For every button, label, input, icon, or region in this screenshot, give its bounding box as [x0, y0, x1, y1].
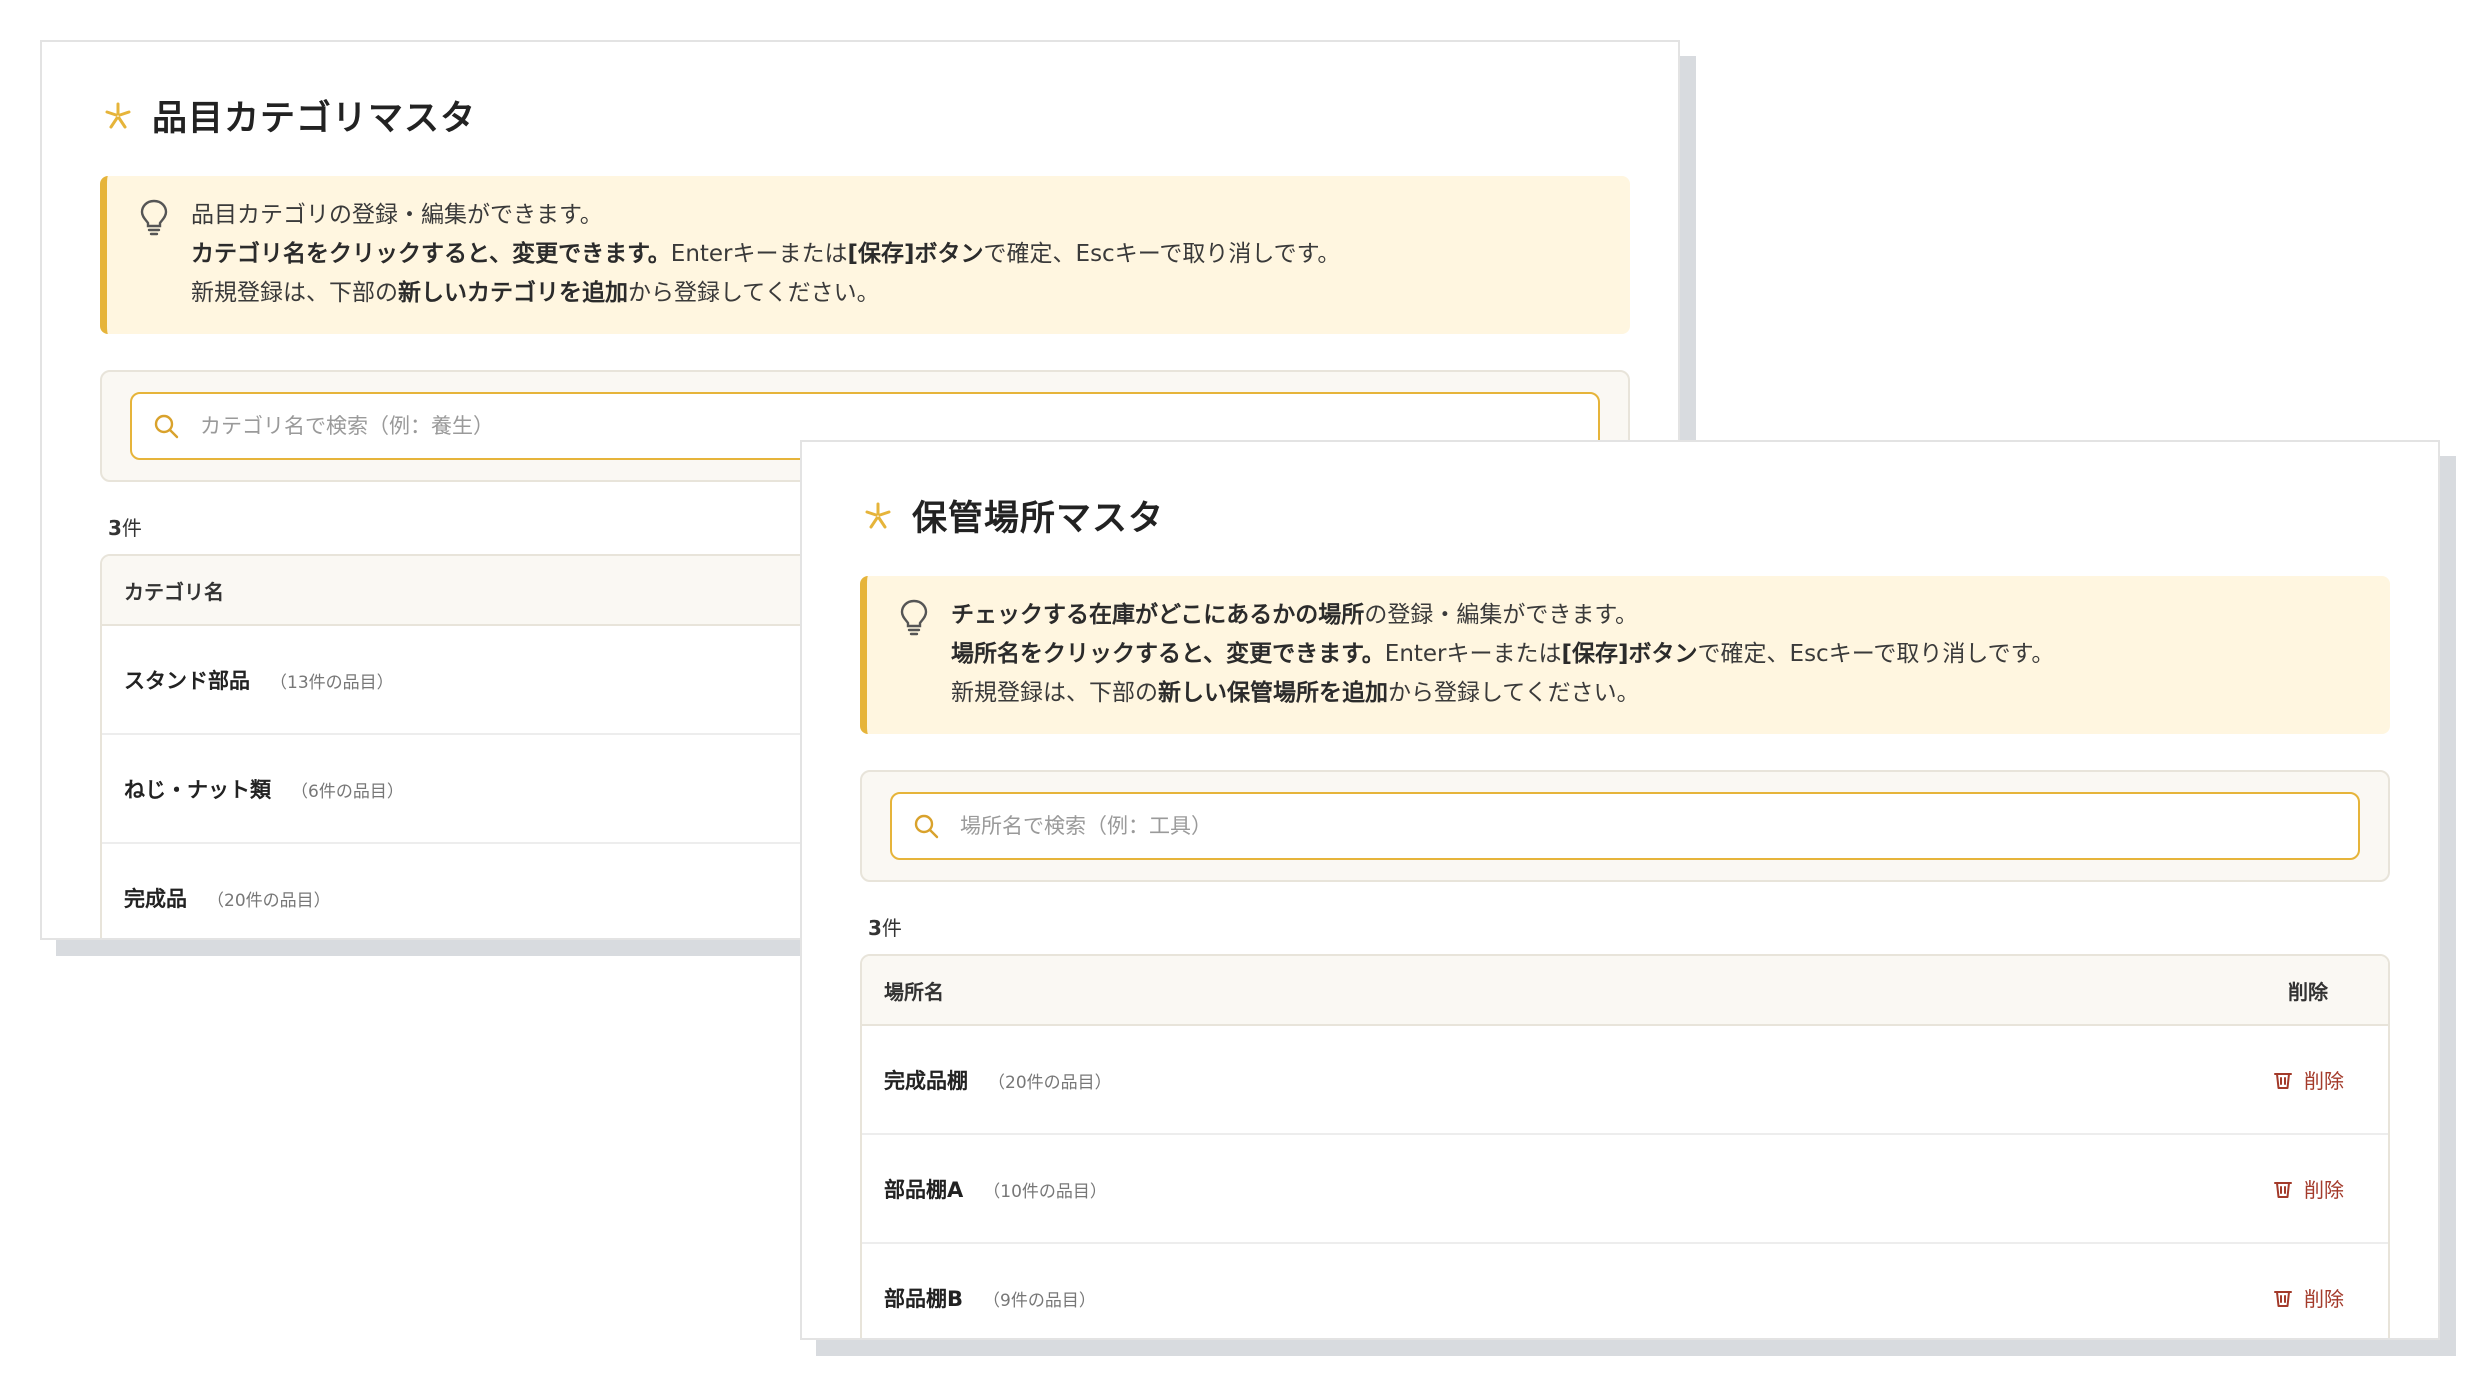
- item-count: （13件の品目）: [270, 672, 394, 693]
- category-info-line-2: カテゴリ名をクリックすると、変更できます。Enterキーまたは[保存]ボタンで確…: [191, 235, 1600, 274]
- count-unit: 件: [881, 916, 902, 940]
- count-unit: 件: [121, 516, 142, 540]
- location-name[interactable]: 完成品棚: [884, 1069, 968, 1093]
- location-info-box: チェックする在庫がどこにあるかの場所の登録・編集ができます。 場所名をクリックす…: [860, 576, 2390, 734]
- flower-icon: [105, 102, 131, 128]
- column-header-name: 場所名: [884, 979, 944, 1004]
- location-search-area: [860, 770, 2390, 882]
- info-text: から登録してください。: [1388, 680, 1640, 706]
- info-bold: カテゴリ名をクリックすると、変更できます。: [191, 241, 671, 267]
- column-header-name: カテゴリ名: [124, 579, 224, 604]
- search-icon: [154, 414, 179, 439]
- item-count: （20件の品目）: [988, 1072, 1112, 1093]
- info-text: Enterキーまたは: [670, 241, 848, 267]
- item-count: （10件の品目）: [983, 1181, 1107, 1202]
- category-search-input[interactable]: [198, 413, 1582, 439]
- lightbulb-icon: [900, 599, 928, 636]
- info-bold: チェックする在庫がどこにあるかの場所: [951, 602, 1365, 628]
- table-row: 部品棚A （10件の品目） 削除: [862, 1135, 2388, 1244]
- column-header-delete: 削除: [2288, 979, 2328, 1004]
- location-name[interactable]: 部品棚B: [884, 1287, 963, 1311]
- delete-label: 削除: [2304, 1069, 2344, 1093]
- location-name[interactable]: 部品棚A: [884, 1178, 963, 1202]
- location-search-input[interactable]: [958, 813, 2342, 839]
- location-page-title: 保管場所マスタ: [862, 490, 1164, 541]
- info-text: で確定、Escキーで取り消しです。: [1697, 641, 2055, 667]
- flower-icon: [865, 502, 891, 528]
- trash-icon: [2274, 1072, 2292, 1089]
- info-text: から登録してください。: [628, 280, 880, 306]
- trash-icon: [2274, 1290, 2292, 1307]
- location-table: 場所名 削除 完成品棚 （20件の品目） 削除 部品棚A （10件の品目） 削除…: [860, 954, 2390, 1338]
- location-info-line-3: 新規登録は、下部の新しい保管場所を追加から登録してください。: [951, 674, 2360, 713]
- info-text: 品目カテゴリの登録・編集ができます。: [191, 202, 603, 228]
- delete-label: 削除: [2304, 1178, 2344, 1202]
- table-row: 完成品棚 （20件の品目） 削除: [862, 1026, 2388, 1135]
- location-search-box[interactable]: [890, 792, 2360, 860]
- count-value: 3: [108, 516, 122, 540]
- delete-button[interactable]: 削除: [2272, 1065, 2344, 1094]
- info-text: の登録・編集ができます。: [1364, 602, 1639, 628]
- table-row: 部品棚B （9件の品目） 削除: [862, 1244, 2388, 1338]
- category-info-line-3: 新規登録は、下部の新しいカテゴリを追加から登録してください。: [191, 274, 1600, 313]
- category-page-title: 品目カテゴリマスタ: [102, 90, 476, 141]
- item-count: （20件の品目）: [207, 890, 331, 911]
- info-text: Enterキーまたは: [1384, 641, 1562, 667]
- trash-icon: [2274, 1181, 2292, 1198]
- info-bold: 場所名をクリックすると、変更できます。: [951, 641, 1385, 667]
- item-count: （9件の品目）: [983, 1290, 1096, 1311]
- info-bold: 新しい保管場所を追加: [1158, 680, 1388, 706]
- location-info-line-2: 場所名をクリックすると、変更できます。Enterキーまたは[保存]ボタンで確定、…: [951, 635, 2360, 674]
- info-text: 新規登録は、下部の: [191, 280, 398, 306]
- location-result-count: 3件: [868, 912, 902, 941]
- item-count: （6件の品目）: [291, 781, 404, 802]
- info-bold: [保存]ボタン: [1561, 641, 1698, 667]
- location-master-panel: 保管場所マスタ チェックする在庫がどこにあるかの場所の登録・編集ができます。 場…: [800, 440, 2440, 1340]
- category-title-text: 品目カテゴリマスタ: [152, 99, 477, 139]
- category-name[interactable]: ねじ・ナット類: [124, 778, 271, 802]
- category-name[interactable]: スタンド部品: [124, 669, 250, 693]
- location-title-text: 保管場所マスタ: [912, 499, 1165, 539]
- delete-button[interactable]: 削除: [2272, 1283, 2344, 1312]
- delete-button[interactable]: 削除: [2272, 1174, 2344, 1203]
- search-icon: [914, 814, 939, 839]
- location-table-header: 場所名 削除: [862, 956, 2388, 1026]
- info-bold: [保存]ボタン: [847, 241, 984, 267]
- category-info-box: 品目カテゴリの登録・編集ができます。 カテゴリ名をクリックすると、変更できます。…: [100, 176, 1630, 334]
- lightbulb-icon: [140, 199, 168, 236]
- category-name[interactable]: 完成品: [124, 887, 187, 911]
- category-result-count: 3件: [108, 512, 142, 541]
- info-text: で確定、Escキーで取り消しです。: [983, 241, 1341, 267]
- location-info-line-1: チェックする在庫がどこにあるかの場所の登録・編集ができます。: [951, 596, 2360, 635]
- delete-label: 削除: [2304, 1287, 2344, 1311]
- info-bold: 新しいカテゴリを追加: [398, 280, 628, 306]
- info-text: 新規登録は、下部の: [951, 680, 1158, 706]
- category-info-line-1: 品目カテゴリの登録・編集ができます。: [191, 196, 1600, 235]
- count-value: 3: [868, 916, 882, 940]
